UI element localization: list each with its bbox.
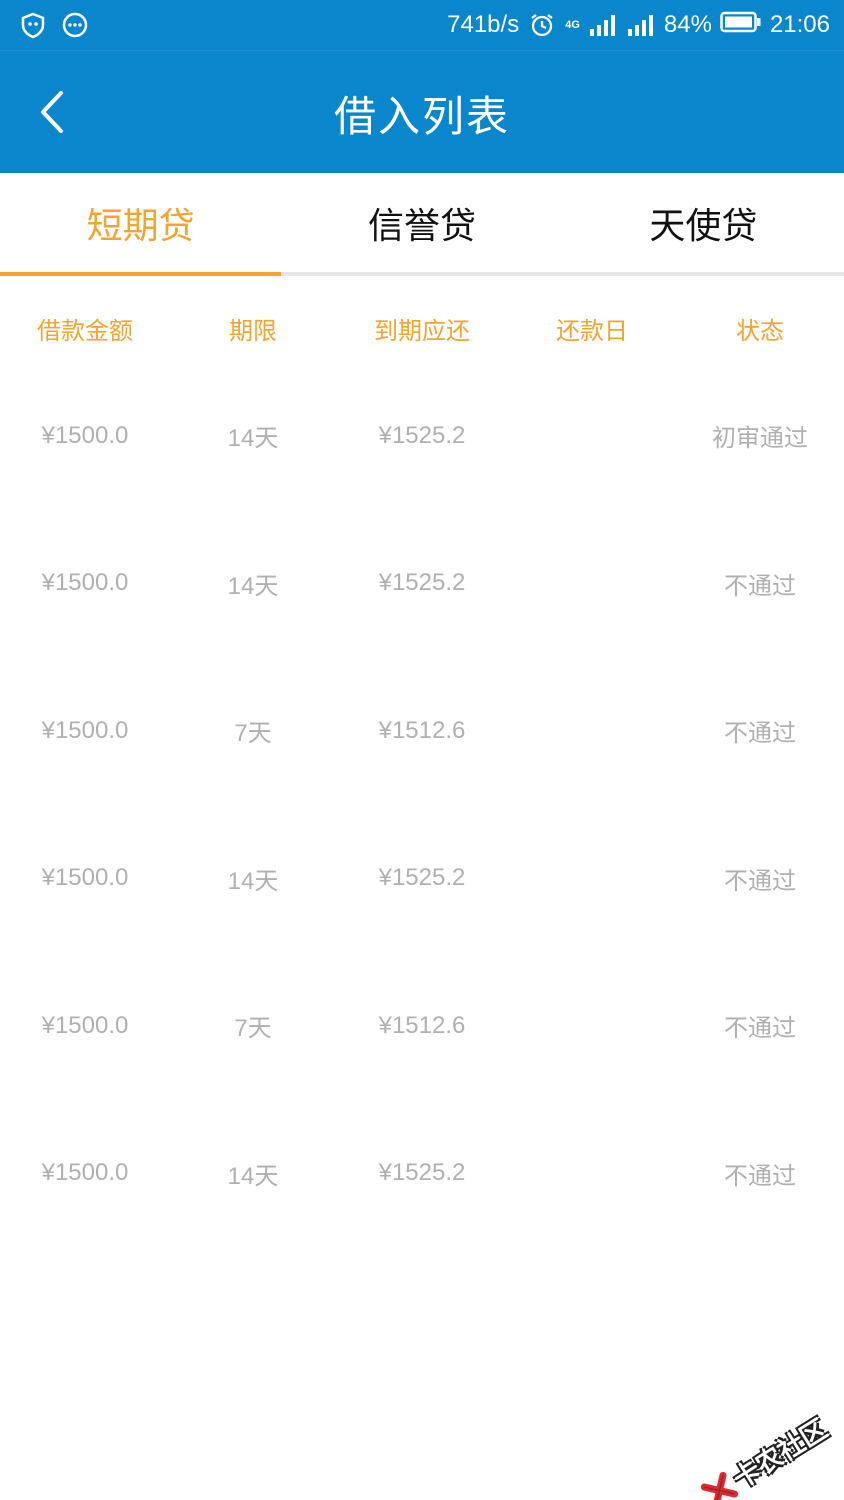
row-amount: ¥1500.0	[41, 569, 129, 597]
row-status: 不通过	[724, 1161, 796, 1190]
table-header: 借款金额 期限 到期应还 还款日 状态	[0, 296, 844, 360]
table-row[interactable]: ¥1500.0 14天 ¥1525.2 不通过	[0, 510, 844, 658]
row-due-amount: ¥1525.2	[378, 864, 466, 892]
status-bar: 741b/s 4G 84% 21:06	[0, 0, 844, 50]
battery-icon	[720, 11, 762, 40]
table-row[interactable]: ¥1500.0 7天 ¥1512.6 不通过	[0, 952, 844, 1100]
row-amount: ¥1500.0	[41, 1159, 129, 1187]
row-term: 14天	[227, 425, 279, 453]
network-label: 4G	[565, 19, 580, 31]
header-term: 期限	[229, 316, 277, 345]
shield-icon	[18, 10, 48, 40]
row-amount: ¥1500.0	[41, 716, 129, 744]
table-row[interactable]: ¥1500.0 14天 ¥1525.2 不通过	[0, 805, 844, 953]
row-amount: ¥1500.0	[41, 1011, 129, 1039]
table-row[interactable]: ¥1500.0 14天 ¥1525.2 初审通过	[0, 362, 844, 510]
row-due-amount: ¥1525.2	[378, 1159, 466, 1187]
status-left	[18, 10, 90, 40]
watermark: 卡农社区	[697, 1409, 834, 1500]
row-term: 14天	[227, 867, 279, 895]
row-status: 不通过	[724, 1014, 796, 1043]
chat-bubble-icon	[60, 10, 90, 40]
tab-bar: 短期贷 信誉贷 天使贷	[0, 173, 844, 276]
row-term: 7天	[234, 720, 272, 748]
loan-list: ¥1500.0 14天 ¥1525.2 初审通过 ¥1500.0 14天 ¥15…	[0, 362, 844, 1247]
net-speed: 741b/s	[447, 11, 520, 38]
row-status: 不通过	[724, 719, 796, 748]
battery-percent: 84%	[663, 11, 712, 38]
header-status: 状态	[736, 316, 784, 345]
row-term: 7天	[234, 1015, 272, 1043]
header-amount: 借款金额	[37, 316, 133, 345]
row-term: 14天	[227, 572, 279, 600]
row-status: 不通过	[724, 571, 796, 600]
page-title: 借入列表	[333, 92, 510, 141]
header-due-amount: 到期应还	[374, 316, 470, 345]
row-due-amount: ¥1525.2	[378, 421, 466, 449]
tab-credit-loan[interactable]: 信誉贷	[281, 173, 562, 272]
tab-short-term-loan[interactable]: 短期贷	[0, 173, 282, 276]
watermark-text: 卡农社区	[728, 1414, 833, 1495]
status-right: 741b/s 4G 84% 21:06	[447, 10, 830, 40]
header-repay-date: 还款日	[556, 316, 628, 345]
row-status: 初审通过	[712, 424, 808, 453]
clock: 21:06	[769, 11, 830, 38]
row-term: 14天	[227, 1162, 279, 1190]
table-row[interactable]: ¥1500.0 14天 ¥1525.2 不通过	[0, 1100, 844, 1248]
tab-angel-loan[interactable]: 天使贷	[563, 173, 844, 272]
app-bar: 借入列表	[0, 50, 844, 173]
row-status: 不通过	[724, 866, 796, 895]
alarm-icon	[527, 10, 557, 40]
row-due-amount: ¥1512.6	[378, 716, 466, 744]
row-due-amount: ¥1512.6	[378, 1011, 466, 1039]
table-row[interactable]: ¥1500.0 7天 ¥1512.6 不通过	[0, 657, 844, 805]
signal-icon	[626, 10, 656, 40]
row-due-amount: ¥1525.2	[378, 569, 466, 597]
signal-icon	[588, 10, 618, 40]
row-amount: ¥1500.0	[41, 864, 129, 892]
row-amount: ¥1500.0	[41, 421, 129, 449]
